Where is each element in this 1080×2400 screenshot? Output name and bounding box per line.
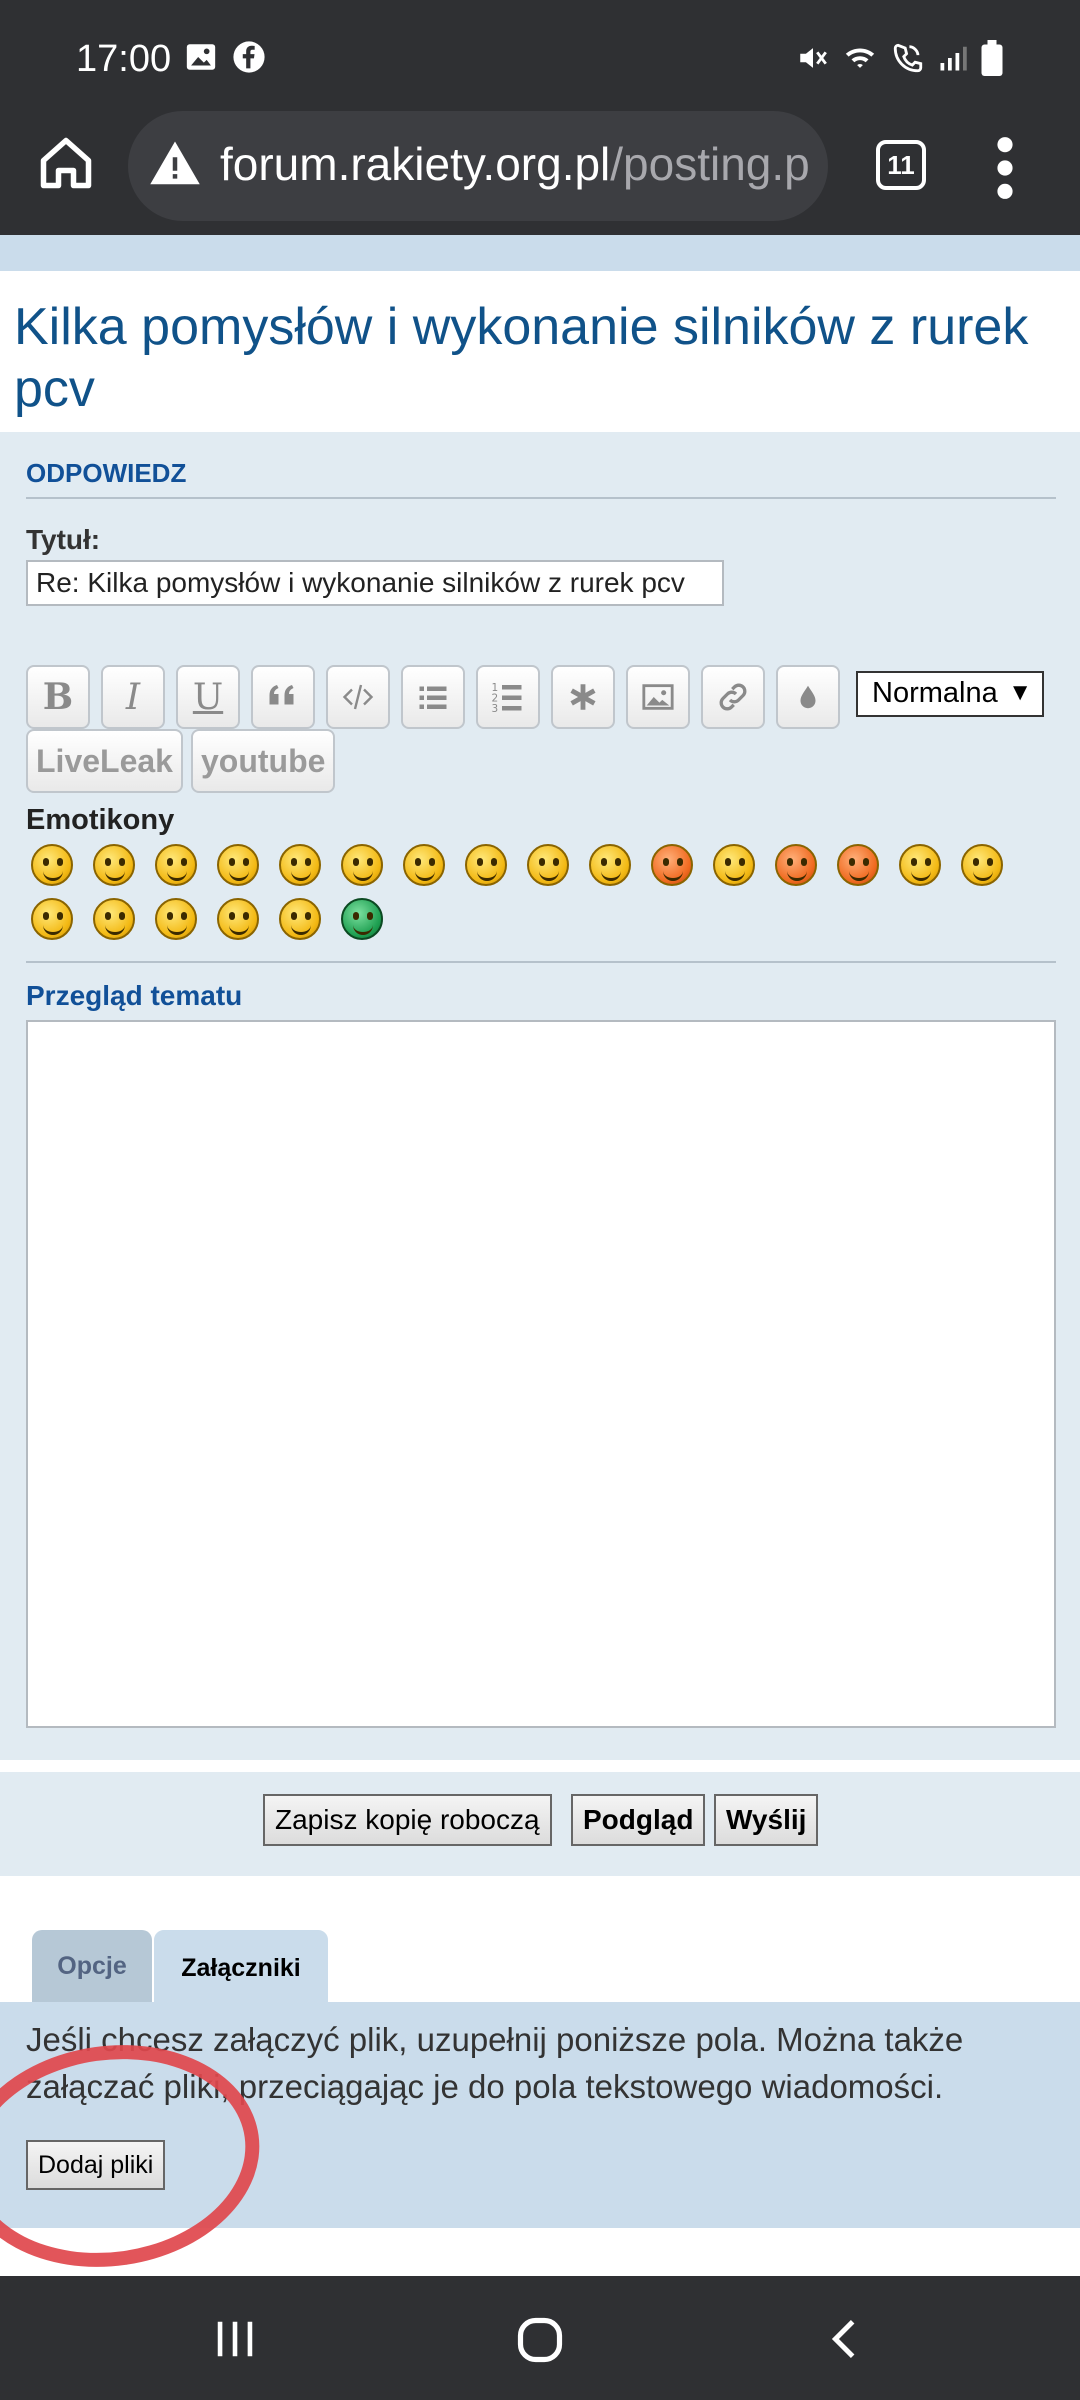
emoticon-embarrassed[interactable] [651, 844, 693, 886]
youtube-button[interactable]: youtube [191, 729, 336, 793]
more-menu-button[interactable] [990, 133, 1020, 203]
home-button[interactable] [36, 133, 106, 203]
status-time: 17:00 [76, 38, 172, 80]
emoticon-twisted-evil[interactable] [837, 844, 879, 886]
tab-attachments[interactable]: Załączniki [154, 1930, 328, 2002]
quote-button[interactable] [251, 665, 315, 729]
image-icon [642, 684, 674, 710]
dropdown-arrow-icon: ▼ [1008, 679, 1032, 706]
submit-button[interactable]: Wyślij [714, 1794, 819, 1846]
url-text: forum.rakiety.org.pl/posting.p [220, 137, 810, 191]
subject-label: Tytuł: [26, 524, 101, 555]
reply-heading: ODPOWIEDZ [26, 458, 187, 488]
emoticon-mad[interactable] [527, 844, 569, 886]
drop-icon [800, 685, 816, 709]
emoticons-label: Emotikony [26, 804, 175, 836]
status-left-icons [184, 40, 266, 74]
emoticon-crying[interactable] [713, 844, 755, 886]
emoticon-sad[interactable] [155, 844, 197, 886]
topic-review-label[interactable]: Przegląd tematu [26, 980, 242, 1012]
recent-apps-icon[interactable] [212, 2316, 258, 2362]
underline-button[interactable]: U [176, 665, 240, 729]
asterisk-icon [570, 684, 596, 710]
warning-icon[interactable] [148, 137, 202, 191]
message-textarea[interactable] [26, 1020, 1056, 1728]
svg-text:3: 3 [492, 703, 499, 715]
code-icon [342, 684, 374, 710]
back-icon[interactable] [822, 2316, 868, 2362]
browser-toolbar: forum.rakiety.org.pl/posting.p 11 [0, 105, 1080, 235]
emoticon-smile[interactable] [93, 844, 135, 886]
color-button[interactable] [776, 665, 840, 729]
emoticon-evil[interactable] [775, 844, 817, 886]
url-domain: forum.rakiety.org.pl [220, 138, 611, 190]
emoticon-question[interactable] [93, 898, 135, 940]
url-path: /posting.p [610, 138, 810, 190]
font-size-value: Normalna [872, 677, 998, 709]
emoticon-neutral[interactable] [279, 898, 321, 940]
emoticon-rolling-eyes[interactable] [899, 844, 941, 886]
preview-button[interactable]: Podgląd [571, 1794, 706, 1846]
bullet-list-icon [419, 686, 447, 709]
mute-icon [800, 48, 827, 68]
emoticon-idea[interactable] [155, 898, 197, 940]
battery-icon [981, 40, 1003, 76]
link-button[interactable] [701, 665, 765, 729]
italic-button[interactable]: I [101, 665, 165, 729]
emoticon-very-happy[interactable] [31, 844, 73, 886]
emoticon-arrow[interactable] [217, 898, 259, 940]
status-right-icons [796, 40, 1004, 76]
list-item-button[interactable] [551, 665, 615, 729]
bullet-list-button[interactable] [401, 665, 465, 729]
page-title[interactable]: Kilka pomysłów i wykonanie silników z ru… [14, 296, 1064, 420]
divider [26, 497, 1056, 499]
submit-bar: Zapisz kopię roboczą Podgląd Wyślij [0, 1772, 1080, 1876]
image-button[interactable] [626, 665, 690, 729]
tab-options[interactable]: Opcje [32, 1930, 152, 2002]
divider [26, 961, 1056, 963]
numbered-list-button[interactable]: 123 [476, 665, 540, 729]
emoticon-wink[interactable] [961, 844, 1003, 886]
bold-button[interactable]: B [26, 665, 90, 729]
wifi-call-icon [893, 43, 923, 73]
facebook-icon [233, 41, 265, 73]
emoticon-laughing[interactable] [465, 844, 507, 886]
quote-icon [269, 685, 294, 705]
subject-input[interactable] [26, 560, 724, 606]
save-draft-button[interactable]: Zapisz kopię roboczą [263, 1794, 552, 1846]
link-icon [719, 683, 747, 711]
emoticon-mr-green[interactable] [341, 898, 383, 940]
emoticon-exclamation[interactable] [31, 898, 73, 940]
home-icon [40, 137, 92, 189]
liveleak-button[interactable]: LiveLeak [26, 729, 183, 793]
home-nav-icon[interactable] [514, 2314, 566, 2366]
tabs-count-button[interactable]: 11 [876, 140, 926, 190]
emoticon-cool[interactable] [403, 844, 445, 886]
font-size-select[interactable]: Normalna ▼ [856, 671, 1044, 717]
numbered-list-icon: 123 [492, 682, 522, 715]
emoticon-confused[interactable] [341, 844, 383, 886]
reply-panel: ODPOWIEDZ Tytuł: B I U 123 Nor [0, 432, 1080, 1760]
emoticon-surprised[interactable] [217, 844, 259, 886]
wifi-icon [845, 48, 875, 68]
address-bar[interactable]: forum.rakiety.org.pl/posting.p [128, 111, 828, 221]
code-button[interactable] [326, 665, 390, 729]
system-nav-bar [0, 2276, 1080, 2400]
image-icon [186, 44, 216, 70]
more-vert-icon [997, 137, 1013, 199]
signal-icon [940, 46, 967, 71]
emoticon-eek[interactable] [279, 844, 321, 886]
emoticon-razz[interactable] [589, 844, 631, 886]
forum-nav-strip [0, 235, 1080, 271]
